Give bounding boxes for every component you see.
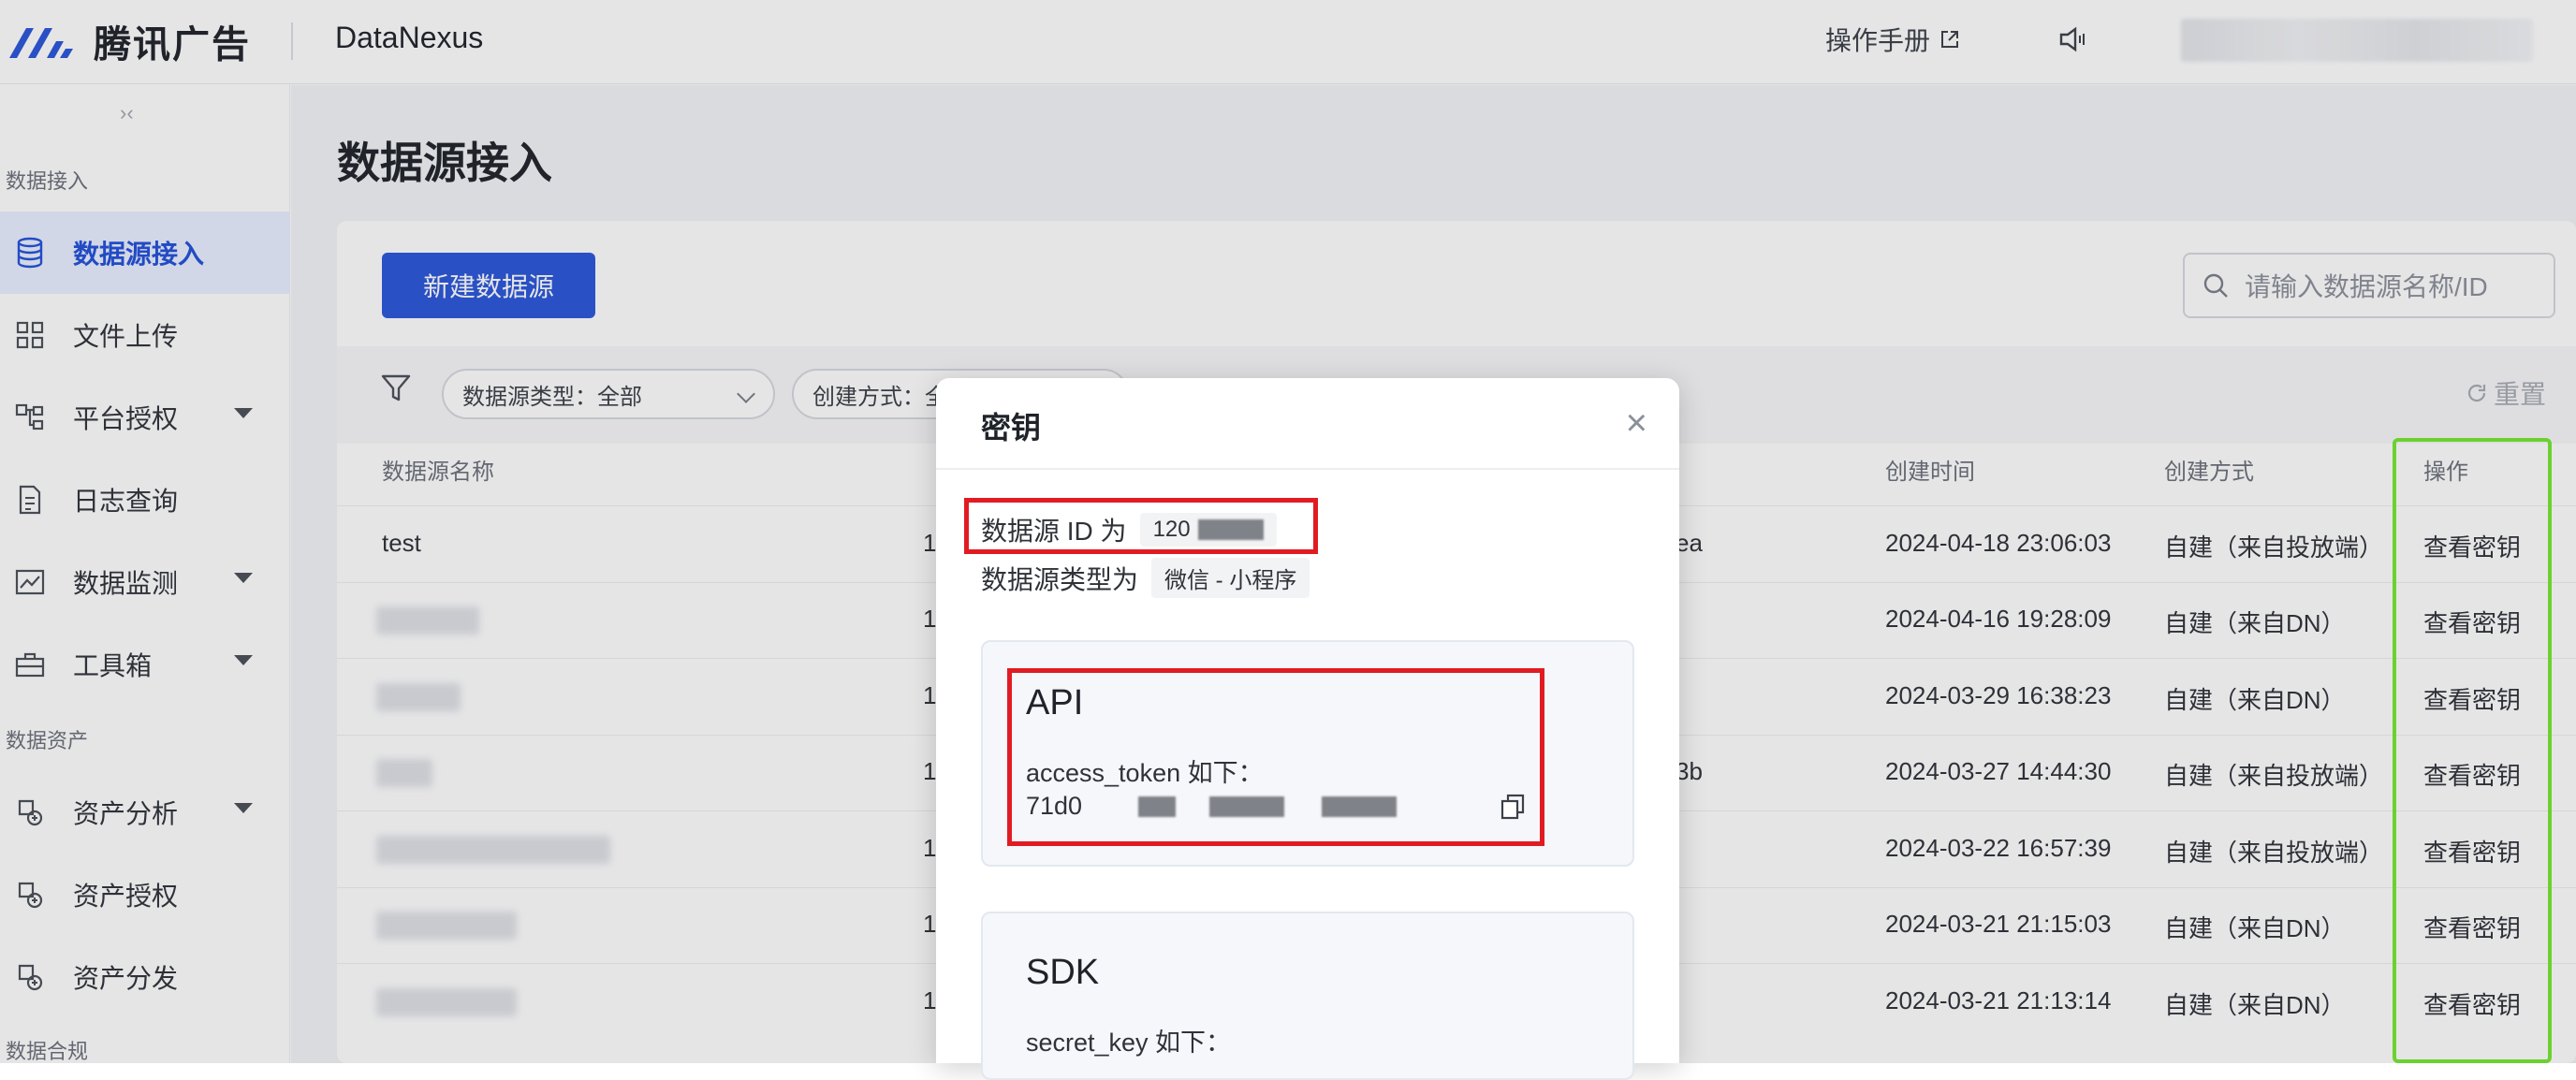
sdk-title: SDK [1026, 953, 1100, 992]
api-highlight-box [1007, 668, 1544, 846]
secret-key-label: secret_key 如下： [1026, 1029, 1232, 1057]
action-column-highlight [2393, 438, 2552, 1063]
datasource-type-line: 数据源类型为 微信 - 小程序 [981, 558, 1310, 598]
dialog-title: 密钥 [981, 411, 1042, 445]
datasource-type-value: 微信 - 小程序 [1151, 558, 1310, 598]
dialog-header: 密钥 × [936, 378, 1679, 470]
datasource-type-label: 数据源类型为 [981, 564, 1139, 594]
id-highlight-box [964, 498, 1318, 554]
sdk-panel: SDK secret_key 如下： [981, 912, 1634, 1080]
secret-key-dialog: 密钥 × 数据源 ID 为 120 数据源类型为 微信 - 小程序 API ac… [936, 378, 1679, 1080]
close-icon[interactable]: × [1626, 404, 1647, 442]
